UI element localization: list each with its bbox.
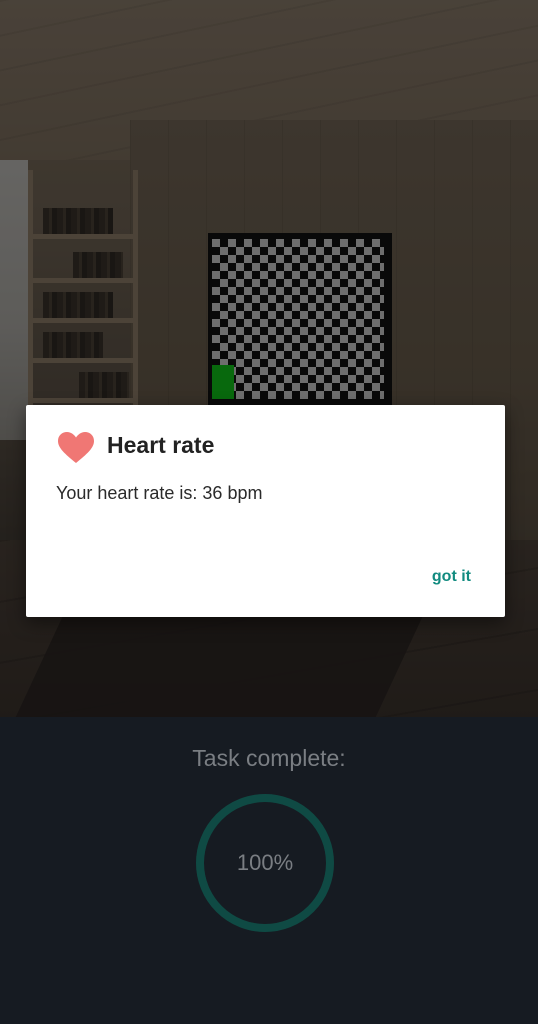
got-it-button[interactable]: got it: [432, 568, 471, 586]
dialog-title: Heart rate: [107, 432, 215, 458]
task-panel: Task complete: 100%: [0, 717, 538, 1024]
heart-rate-dialog: Heart rate Your heart rate is: 36 bpm go…: [26, 405, 505, 617]
heart-icon: [58, 432, 94, 463]
dialog-message: Your heart rate is: 36 bpm: [56, 483, 263, 503]
progress-percent: 100%: [236, 850, 294, 875]
task-complete-label: Task complete:: [192, 745, 346, 771]
